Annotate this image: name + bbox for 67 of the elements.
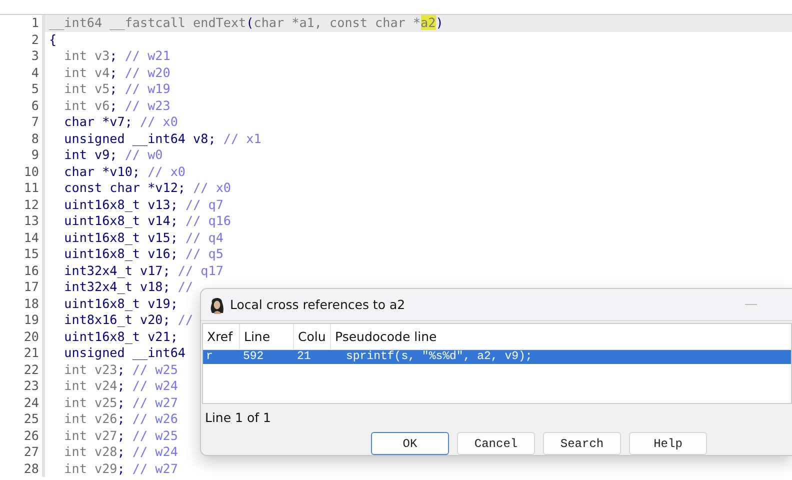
code-line: uint16x8_t v14; // q16 [63,213,231,230]
code-line: { [48,32,57,48]
column-header[interactable]: Colu [294,324,331,349]
dialog-button[interactable]: Search [543,432,621,455]
dialog-title: Local cross references to a2 [230,297,406,312]
code-line: int v6; // w23 [63,98,170,114]
code-line: int32x4_t v18; // [63,279,194,296]
line-number: 5 [0,81,45,98]
line-number: 22 [0,362,45,378]
dialog-button[interactable]: Cancel [457,432,535,455]
line-number: 2 [0,32,45,48]
line-number: 14 [0,230,45,246]
line-number: 4 [0,64,45,81]
line-number: 17 [0,279,45,296]
line-number: 13 [0,213,45,230]
line-number: 27 [0,444,45,460]
line-number: 20 [0,328,45,345]
line-number: 3 [0,48,45,64]
line-number: 10 [0,164,45,180]
code-line: int v25; // w27 [63,394,178,411]
dialog-button[interactable]: OK [371,432,449,455]
code-line: char *v10; // x0 [63,164,186,180]
code-line: uint16x8_t v13; // q7 [63,196,224,213]
code-line: uint16x8_t v19; [63,296,178,312]
line-number: 24 [0,394,45,411]
column-header[interactable]: Pseudocode line [331,324,791,349]
line-number: 28 [0,460,45,477]
code-line: int v4; // w20 [63,64,170,81]
code-line: int v23; // w25 [63,362,178,378]
line-number: 8 [0,130,45,147]
code-line: const char *v12; // x0 [63,180,231,196]
code-line: int v5; // w19 [63,81,170,98]
code-line: unsigned __int64 v8; // x1 [63,130,262,147]
column-header[interactable]: Line [240,324,294,349]
minimize-icon[interactable] [745,304,757,306]
code-line: int v29; // w27 [63,460,178,477]
line-number: 11 [0,180,45,196]
code-line: unsigned __int64 [63,345,186,362]
code-line: int v27; // w25 [63,428,178,444]
line-number: 19 [0,312,45,328]
dialog-button[interactable]: Help [629,432,707,455]
column-header[interactable]: Xref [203,324,240,349]
line-number: 23 [0,378,45,394]
code-line: int8x16_t v20; // [63,312,194,328]
line-number: 25 [0,411,45,428]
code-line: uint16x8_t v16; // q5 [63,246,224,262]
code-line: int32x4_t v17; // q17 [63,262,224,279]
code-line: int v9; // w0 [63,147,163,164]
status-text: Line 1 of 1 [204,409,272,427]
line-number: 18 [0,296,45,312]
code-line: char *v7; // x0 [63,114,178,130]
code-line: int v24; // w24 [63,378,178,394]
line-number: 26 [0,428,45,444]
code-line: int v3; // w21 [63,48,170,64]
line-number: 12 [0,196,45,213]
line-number: 6 [0,98,45,114]
line-number: 9 [0,147,45,164]
line-number: 16 [0,262,45,279]
table-row[interactable]: r 592 21 sprintf(s, "%s%d", a2, v9); [203,350,791,364]
code-line: uint16x8_t v21; [63,328,178,345]
code-line: int v26; // w26 [63,411,178,428]
line-number: 7 [0,114,45,130]
portrait-icon [209,296,225,314]
code-line: uint16x8_t v15; // q4 [63,230,224,246]
code-line: int v28; // w24 [63,444,178,460]
line-number: 21 [0,345,45,362]
line-number: 15 [0,246,45,262]
